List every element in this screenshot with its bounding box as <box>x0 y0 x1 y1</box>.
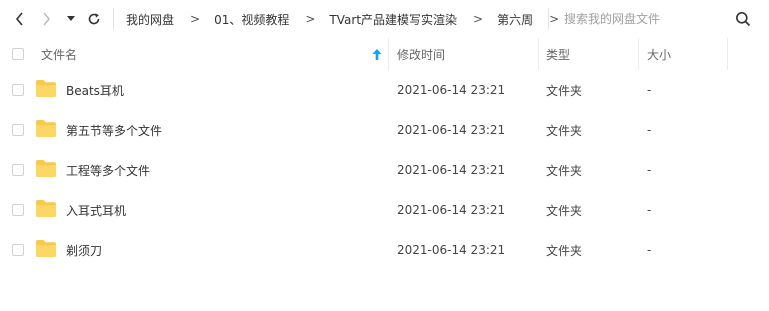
breadcrumb-item-video-tutorials[interactable]: 01、视频教程 <box>214 11 289 28</box>
file-type: 文件夹 <box>546 163 583 178</box>
file-name[interactable]: Beats耳机 <box>66 70 124 110</box>
folder-icon <box>36 120 56 137</box>
folder-icon <box>36 80 56 97</box>
refresh-button[interactable] <box>84 9 104 29</box>
search-icon[interactable] <box>735 11 751 27</box>
table-row[interactable]: 第五节等多个文件 2021-06-14 23:21 文件夹 - <box>0 110 769 150</box>
modified-time: 2021-06-14 23:21 <box>397 163 506 177</box>
file-name[interactable]: 第五节等多个文件 <box>66 110 162 150</box>
refresh-icon <box>88 13 100 25</box>
row-checkbox[interactable] <box>12 84 24 96</box>
file-list-header: 文件名 修改时间 类型 大小 <box>0 38 769 70</box>
chevron-right-icon <box>43 12 51 26</box>
history-dropdown-button[interactable] <box>63 9 79 29</box>
modified-time: 2021-06-14 23:21 <box>397 83 506 97</box>
table-row[interactable]: 剃须刀 2021-06-14 23:21 文件夹 - <box>0 230 769 270</box>
column-header-type[interactable]: 类型 <box>546 38 570 70</box>
breadcrumb-item-week-six[interactable]: 第六周 <box>497 11 533 28</box>
sort-up-arrow-icon[interactable] <box>372 49 382 60</box>
forward-button[interactable] <box>36 9 56 29</box>
file-size: - <box>647 243 652 257</box>
file-size: - <box>647 123 652 137</box>
table-row[interactable]: 入耳式耳机 2021-06-14 23:21 文件夹 - <box>0 190 769 230</box>
breadcrumb-separator: > <box>549 12 560 26</box>
column-header-modified[interactable]: 修改时间 <box>397 38 445 70</box>
caret-down-icon <box>67 16 75 21</box>
column-header-size[interactable]: 大小 <box>647 38 671 70</box>
breadcrumb-separator: > <box>473 12 484 26</box>
modified-time: 2021-06-14 23:21 <box>397 243 506 257</box>
breadcrumb-item-tvart-course[interactable]: TVart产品建模写实渲染 <box>329 11 457 28</box>
file-type: 文件夹 <box>546 243 583 258</box>
table-row[interactable]: Beats耳机 2021-06-14 23:21 文件夹 - <box>0 70 769 110</box>
column-divider[interactable] <box>538 38 539 70</box>
folder-icon <box>36 240 56 257</box>
file-type: 文件夹 <box>546 123 583 138</box>
file-size: - <box>647 163 652 177</box>
column-divider[interactable] <box>638 38 639 70</box>
file-name[interactable]: 工程等多个文件 <box>66 150 150 190</box>
chevron-left-icon <box>15 12 23 26</box>
search-box <box>564 0 769 38</box>
row-checkbox[interactable] <box>12 204 24 216</box>
breadcrumb: 我的网盘 > 01、视频教程 > TVart产品建模写实渲染 > 第六周 > <box>126 0 559 38</box>
breadcrumb-separator: > <box>305 12 316 26</box>
breadcrumb-item-my-drive[interactable]: 我的网盘 <box>126 11 174 28</box>
column-divider[interactable] <box>727 38 728 70</box>
row-checkbox[interactable] <box>12 124 24 136</box>
file-name[interactable]: 剃须刀 <box>66 230 102 270</box>
file-name[interactable]: 入耳式耳机 <box>66 190 126 230</box>
folder-icon <box>36 200 56 217</box>
file-type: 文件夹 <box>546 83 583 98</box>
search-input[interactable] <box>564 12 714 26</box>
back-button[interactable] <box>10 9 30 29</box>
file-size: - <box>647 203 652 217</box>
column-divider[interactable] <box>388 38 389 70</box>
toolbar-divider <box>113 8 114 30</box>
table-row[interactable]: 工程等多个文件 2021-06-14 23:21 文件夹 - <box>0 150 769 190</box>
select-all-checkbox[interactable] <box>12 48 24 60</box>
file-size: - <box>647 83 652 97</box>
toolbar: 我的网盘 > 01、视频教程 > TVart产品建模写实渲染 > 第六周 > <box>0 0 769 38</box>
search-divider <box>548 8 549 30</box>
row-checkbox[interactable] <box>12 244 24 256</box>
modified-time: 2021-06-14 23:21 <box>397 123 506 137</box>
column-header-name[interactable]: 文件名 <box>41 38 77 70</box>
row-checkbox[interactable] <box>12 164 24 176</box>
file-type: 文件夹 <box>546 203 583 218</box>
modified-time: 2021-06-14 23:21 <box>397 203 506 217</box>
breadcrumb-separator: > <box>190 12 201 26</box>
folder-icon <box>36 160 56 177</box>
